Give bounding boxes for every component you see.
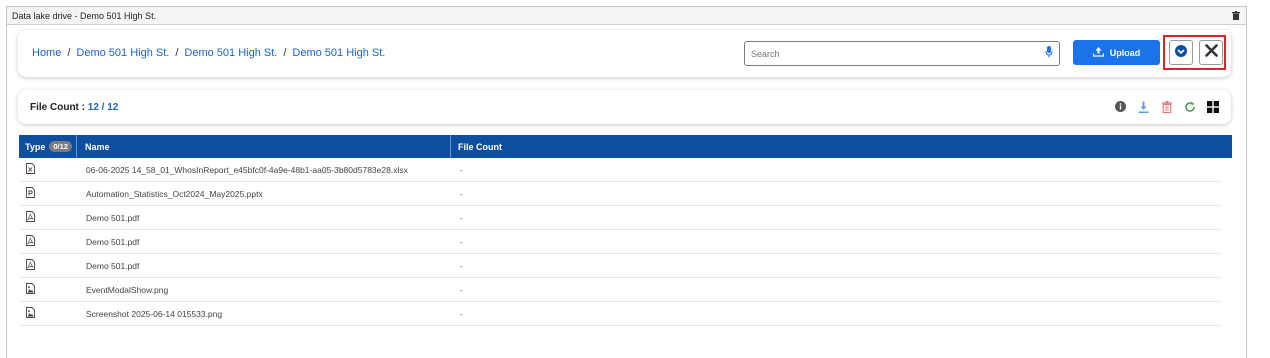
file-count-cell: - xyxy=(460,212,463,223)
download-icon[interactable] xyxy=(1137,99,1150,114)
expand-button[interactable] xyxy=(1169,40,1193,65)
type-cell xyxy=(19,235,86,248)
file-count-value: 12 / 12 xyxy=(87,102,119,113)
file-table: Type 0/12 Name File Count 06-06-2025 14_… xyxy=(19,135,1232,326)
table-body: 06-06-2025 14_58_01_WhosInReport_e45bfc0… xyxy=(19,158,1232,326)
excel-file-icon xyxy=(26,163,35,176)
window-title: Data lake drive - Demo 501 High St. xyxy=(12,10,157,21)
refresh-icon[interactable] xyxy=(1183,99,1196,114)
close-icon xyxy=(1204,43,1218,62)
file-count-cell: - xyxy=(460,164,463,175)
table-row[interactable]: Demo 501.pdf - xyxy=(19,206,1222,230)
table-row[interactable]: Demo 501.pdf - xyxy=(19,230,1222,254)
table-row[interactable]: Demo 501.pdf - xyxy=(19,254,1222,278)
image-file-icon xyxy=(26,283,35,296)
breadcrumb-item[interactable]: Demo 501 High St. xyxy=(184,47,277,59)
file-count-cell: - xyxy=(460,260,463,271)
table-row[interactable]: Automation_Statistics_Oct2024_May2025.pp… xyxy=(19,182,1222,206)
file-actions xyxy=(1114,99,1219,114)
breadcrumb-item[interactable]: Demo 501 High St. xyxy=(76,47,169,59)
search-input[interactable] xyxy=(751,48,1045,59)
breadcrumb: Home / Demo 501 High St. / Demo 501 High… xyxy=(32,47,385,59)
selection-count-badge: 0/12 xyxy=(49,141,72,152)
file-count-cell: - xyxy=(460,188,463,199)
type-header-label: Type xyxy=(25,141,46,152)
search-box xyxy=(744,41,1060,66)
file-name[interactable]: EventModalShow.png xyxy=(86,285,460,295)
window-titlebar: Data lake drive - Demo 501 High St. xyxy=(7,7,1246,25)
name-column-header[interactable]: Name xyxy=(77,135,451,158)
table-header: Type 0/12 Name File Count xyxy=(19,135,1232,158)
file-name[interactable]: 06-06-2025 14_58_01_WhosInReport_e45bfc0… xyxy=(86,165,460,175)
close-button[interactable] xyxy=(1199,40,1223,65)
file-count-cell: - xyxy=(460,236,463,247)
type-cell xyxy=(19,187,86,200)
type-cell xyxy=(19,259,86,272)
type-cell xyxy=(19,283,86,296)
file-count-card: File Count : 12 / 12 xyxy=(18,90,1231,124)
pdf-file-icon xyxy=(26,211,35,224)
table-row[interactable]: Screenshot 2025-06-14 015533.png - xyxy=(19,302,1222,326)
file-name[interactable]: Demo 501.pdf xyxy=(86,237,460,247)
delete-icon[interactable] xyxy=(1160,99,1173,114)
type-cell xyxy=(19,307,86,320)
table-row[interactable]: 06-06-2025 14_58_01_WhosInReport_e45bfc0… xyxy=(19,158,1222,182)
breadcrumb-separator: / xyxy=(283,47,287,59)
upload-label: Upload xyxy=(1109,47,1141,58)
file-name[interactable]: Automation_Statistics_Oct2024_May2025.pp… xyxy=(86,189,460,199)
file-name[interactable]: Demo 501.pdf xyxy=(86,261,460,271)
table-row[interactable]: EventModalShow.png - xyxy=(19,278,1222,302)
type-cell xyxy=(19,163,86,176)
toolbar-card: Home / Demo 501 High St. / Demo 501 High… xyxy=(18,30,1231,77)
breadcrumb-separator: / xyxy=(175,47,179,59)
file-count-column-header[interactable]: File Count xyxy=(451,135,1232,158)
chevron-down-circle-icon xyxy=(1175,44,1187,62)
file-count-label: File Count : xyxy=(30,102,85,113)
file-count-cell: - xyxy=(460,284,463,295)
trash-icon[interactable] xyxy=(1231,11,1241,21)
microphone-icon[interactable] xyxy=(1045,45,1053,63)
image-file-icon xyxy=(26,307,35,320)
breadcrumb-item[interactable]: Demo 501 High St. xyxy=(292,47,385,59)
file-name[interactable]: Screenshot 2025-06-14 015533.png xyxy=(86,309,460,319)
upload-icon xyxy=(1092,46,1104,59)
type-cell xyxy=(19,211,86,224)
breadcrumb-home[interactable]: Home xyxy=(32,47,61,59)
pdf-file-icon xyxy=(26,235,35,248)
info-icon[interactable] xyxy=(1114,99,1127,114)
file-count: File Count : 12 / 12 xyxy=(30,102,118,113)
powerpoint-file-icon xyxy=(26,187,35,200)
pdf-file-icon xyxy=(26,259,35,272)
type-column-header[interactable]: Type 0/12 xyxy=(19,135,77,158)
grid-view-icon[interactable] xyxy=(1206,99,1219,114)
file-name[interactable]: Demo 501.pdf xyxy=(86,213,460,223)
upload-button[interactable]: Upload xyxy=(1073,40,1160,65)
file-count-cell: - xyxy=(460,308,463,319)
breadcrumb-separator: / xyxy=(67,47,71,59)
